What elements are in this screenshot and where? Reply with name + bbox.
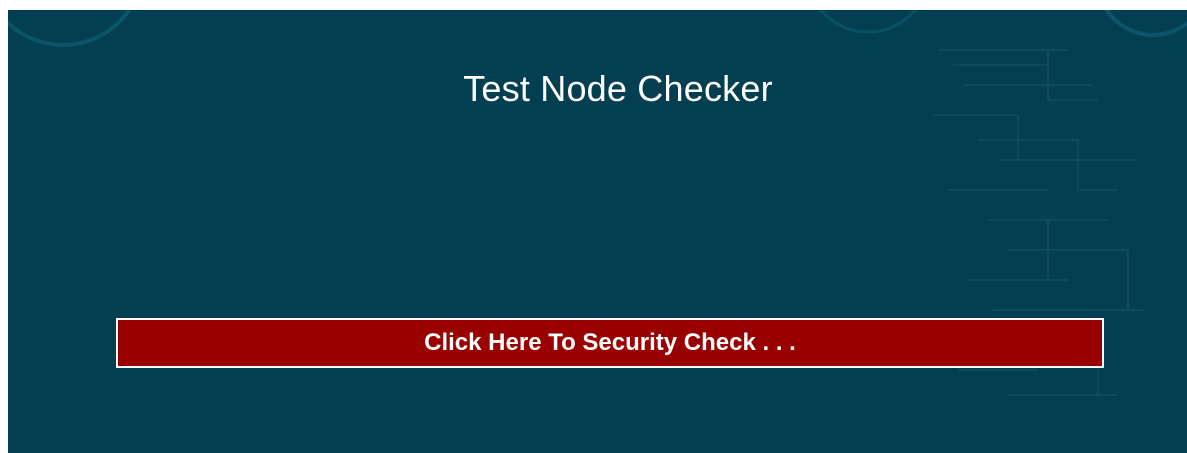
security-check-button[interactable]: Click Here To Security Check . . . [116,318,1104,368]
decorative-arc-right [1104,10,1187,37]
checker-panel: Test Node Checker Click Here To Security… [8,10,1187,453]
decorative-arc-left [8,10,132,47]
page-title: Test Node Checker [463,68,773,109]
decorative-arc-middle [818,10,918,34]
